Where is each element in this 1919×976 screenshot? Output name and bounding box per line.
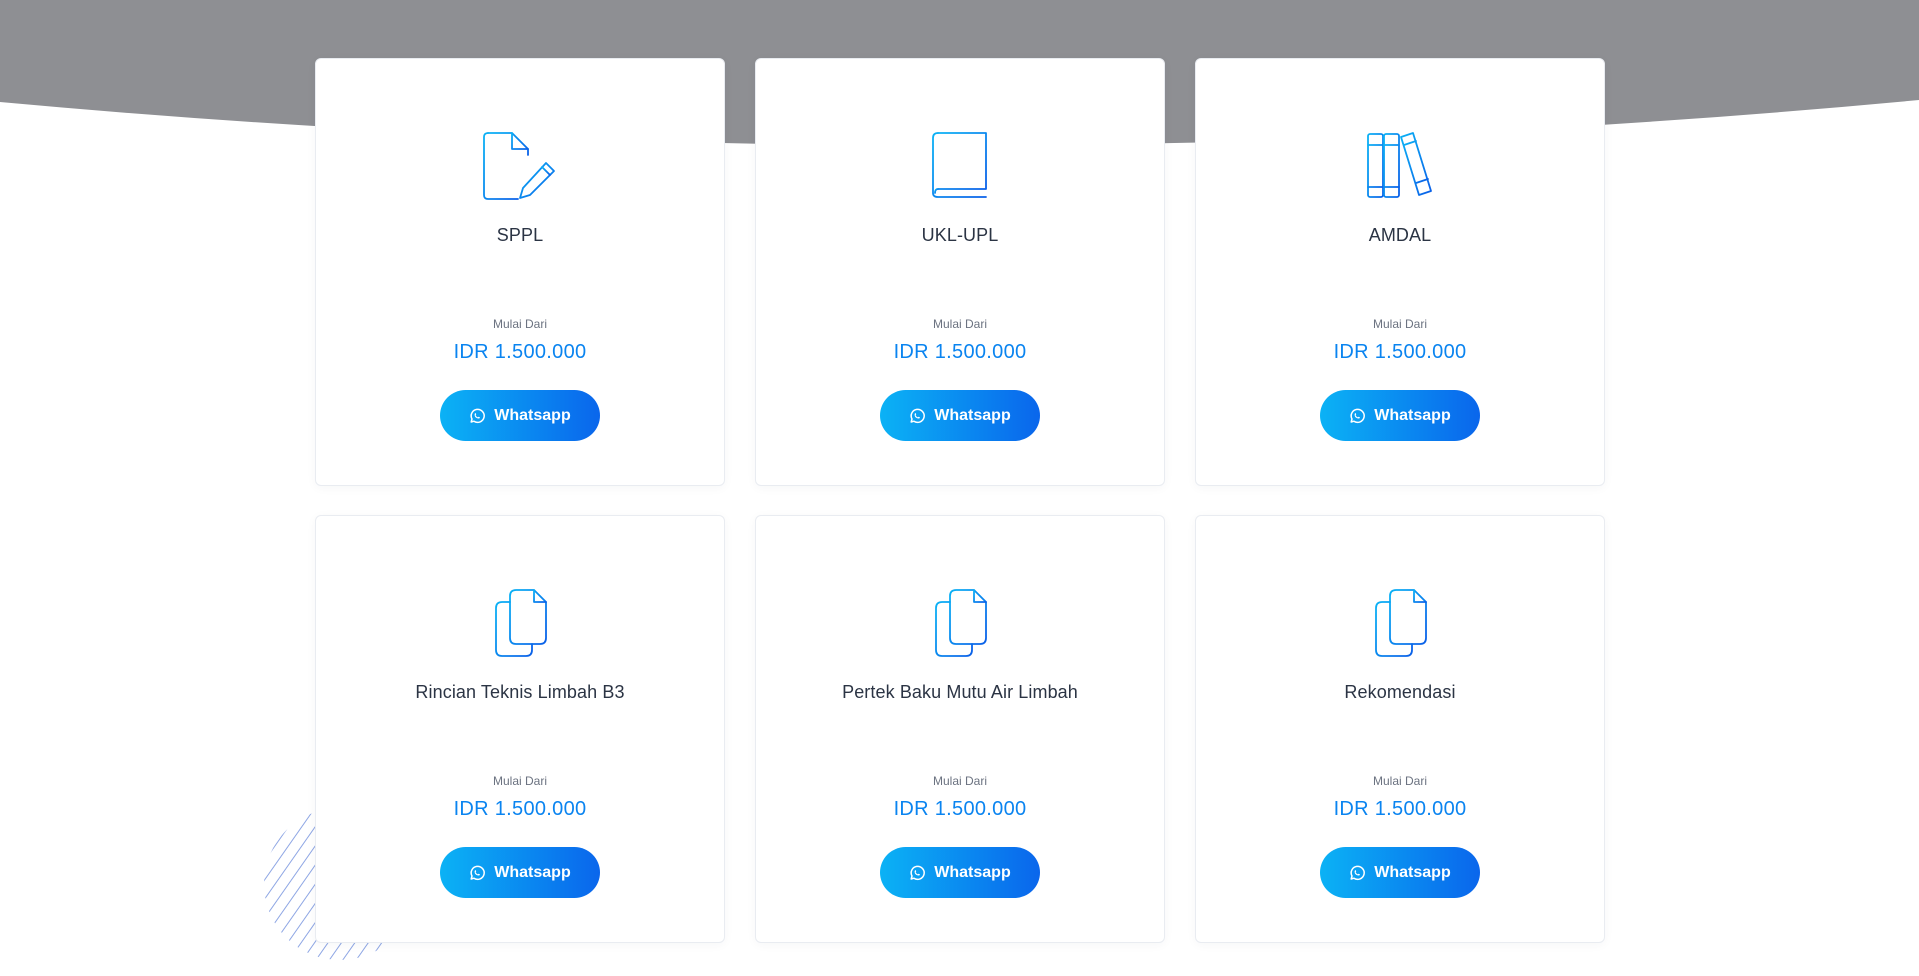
whatsapp-button[interactable]: Whatsapp [880,390,1040,441]
price-from-label: Mulai Dari [932,774,987,788]
price-from-label: Mulai Dari [492,774,547,788]
price-from-label: Mulai Dari [492,317,547,331]
whatsapp-button-label: Whatsapp [494,406,571,424]
book-icon [756,131,1164,203]
whatsapp-button[interactable]: Whatsapp [440,847,600,898]
files-icon [316,588,724,660]
whatsapp-button[interactable]: Whatsapp [1320,847,1480,898]
whatsapp-button[interactable]: Whatsapp [1320,390,1480,441]
service-card-amdal: AMDAL Mulai Dari IDR 1.500.000 Whatsapp [1195,58,1605,486]
service-title: Pertek Baku Mutu Air Limbah [842,682,1078,702]
pricing-section: SPPL Mulai Dari IDR 1.500.000 Whatsapp U… [0,0,1919,976]
whatsapp-icon [469,865,486,881]
service-card-rekomendasi: Rekomendasi Mulai Dari IDR 1.500.000 Wha… [1195,515,1605,943]
whatsapp-button-label: Whatsapp [934,863,1011,881]
service-card-rincian-teknis: Rincian Teknis Limbah B3 Mulai Dari IDR … [315,515,725,943]
service-title: Rincian Teknis Limbah B3 [415,682,625,702]
service-price: IDR 1.500.000 [453,341,587,363]
whatsapp-icon [909,408,926,424]
books-icon [1196,131,1604,203]
whatsapp-button-label: Whatsapp [1374,406,1451,424]
files-icon [1196,588,1604,660]
service-card-sppl: SPPL Mulai Dari IDR 1.500.000 Whatsapp [315,58,725,486]
whatsapp-button-label: Whatsapp [494,863,571,881]
whatsapp-button[interactable]: Whatsapp [440,390,600,441]
whatsapp-icon [909,865,926,881]
service-title: SPPL [496,225,544,245]
price-from-label: Mulai Dari [932,317,987,331]
service-price: IDR 1.500.000 [893,341,1027,363]
price-from-label: Mulai Dari [1372,774,1427,788]
service-price: IDR 1.500.000 [453,798,587,820]
whatsapp-icon [1349,865,1366,881]
service-card-ukl-upl: UKL-UPL Mulai Dari IDR 1.500.000 Whatsap… [755,58,1165,486]
price-from-label: Mulai Dari [1372,317,1427,331]
service-title: AMDAL [1368,225,1432,245]
service-title: Rekomendasi [1344,682,1456,702]
service-price: IDR 1.500.000 [893,798,1027,820]
service-cards-grid: SPPL Mulai Dari IDR 1.500.000 Whatsapp U… [315,58,1606,943]
whatsapp-button-label: Whatsapp [1374,863,1451,881]
whatsapp-button-label: Whatsapp [934,406,1011,424]
document-edit-icon [316,131,724,203]
whatsapp-icon [469,408,486,424]
service-price: IDR 1.500.000 [1333,798,1467,820]
service-card-pertek-baku-mutu: Pertek Baku Mutu Air Limbah Mulai Dari I… [755,515,1165,943]
whatsapp-icon [1349,408,1366,424]
files-icon [756,588,1164,660]
service-title: UKL-UPL [921,225,999,245]
whatsapp-button[interactable]: Whatsapp [880,847,1040,898]
service-price: IDR 1.500.000 [1333,341,1467,363]
